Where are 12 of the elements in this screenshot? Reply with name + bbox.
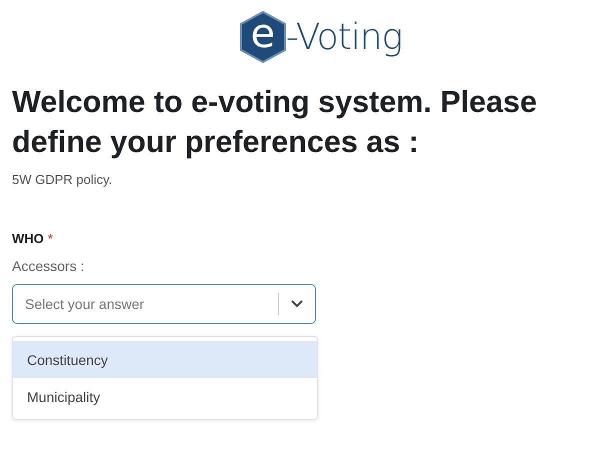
logo-text: -Voting xyxy=(286,16,402,58)
answer-input[interactable]: Select your answer xyxy=(13,296,278,312)
required-mark: * xyxy=(48,231,53,246)
question-title: WHO xyxy=(12,231,44,246)
dropdown-option[interactable]: Municipality xyxy=(13,378,317,415)
chevron-down-icon[interactable] xyxy=(291,300,303,308)
field-label: Accessors : xyxy=(12,258,86,274)
select-field[interactable]: Select your answer xyxy=(12,284,316,324)
dropdown-option[interactable]: Constituency xyxy=(13,341,317,378)
page-heading: Welcome to e-voting system. Please define your preferences as : xyxy=(12,84,538,161)
hexagon-logo: e xyxy=(240,11,286,63)
description-text: 5W GDPR policy. xyxy=(12,172,114,187)
